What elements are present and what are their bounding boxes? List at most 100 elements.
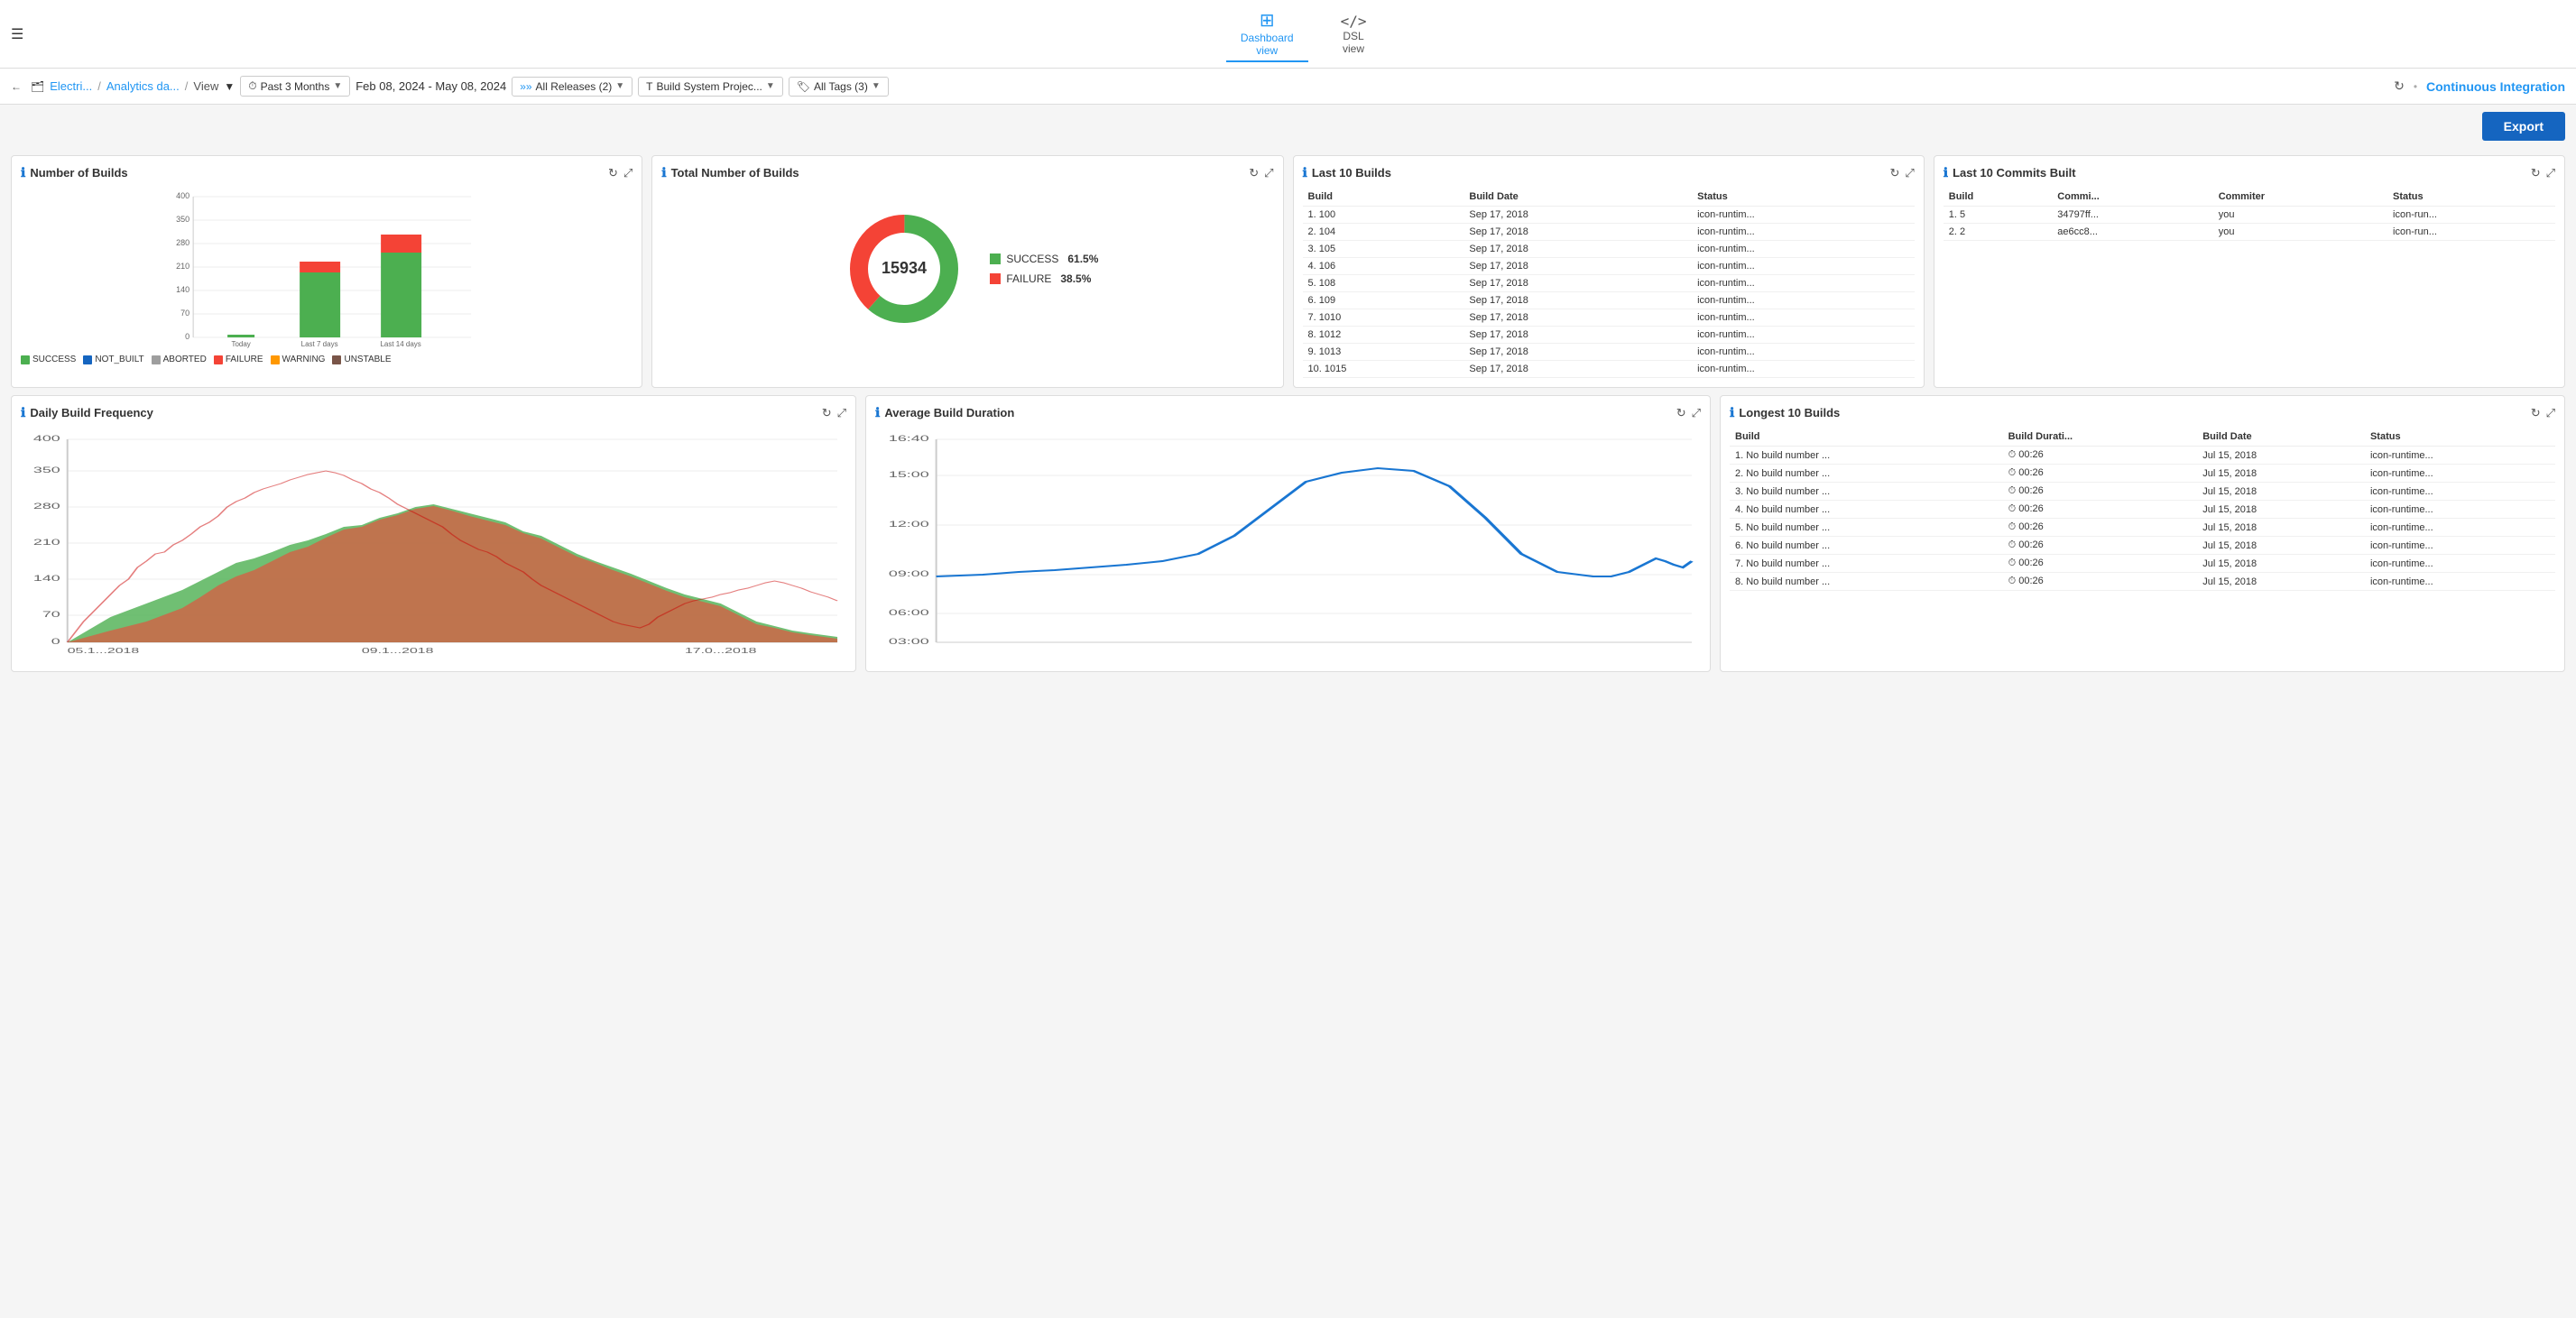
- back-button[interactable]: ←: [11, 80, 22, 93]
- status-cell: icon-runtime...: [2365, 483, 2555, 501]
- commit-cell: ae6cc8...: [2052, 224, 2212, 241]
- failure-label: FAILURE: [226, 355, 263, 364]
- build-cell: 8. 1012: [1303, 327, 1464, 344]
- date-cell: Jul 15, 2018: [2197, 447, 2365, 465]
- table-row[interactable]: 3. 105 Sep 17, 2018 icon-runtim...: [1303, 241, 1915, 258]
- refresh-longest-icon[interactable]: ↻: [2531, 406, 2541, 420]
- total-builds-title: Total Number of Builds: [671, 166, 799, 180]
- breadcrumb-bar: ← 🗂 Electri... / Analytics da... / View …: [0, 69, 2576, 105]
- col-build-longest: Build: [1730, 428, 2003, 447]
- table-row[interactable]: 2. No build number ... ⏱ 00:26 Jul 15, 2…: [1730, 465, 2555, 483]
- expand-total-icon[interactable]: ⤢: [1264, 166, 1273, 180]
- status-cell: icon-run...: [2387, 224, 2555, 241]
- expand-longest-icon[interactable]: ⤢: [2546, 406, 2555, 420]
- donut-chart-container: 15934 SUCCESS 61.5% FAILURE 38.5%: [661, 188, 1273, 350]
- expand-commits-icon[interactable]: ⤢: [2546, 166, 2555, 180]
- svg-text:0: 0: [51, 637, 60, 646]
- expand-widget-icon[interactable]: ⤢: [623, 166, 632, 180]
- refresh-last10-icon[interactable]: ↻: [1889, 166, 1899, 180]
- table-row[interactable]: 5. No build number ... ⏱ 00:26 Jul 15, 2…: [1730, 519, 2555, 537]
- ci-link[interactable]: Continuous Integration: [2426, 79, 2565, 94]
- table-row[interactable]: 10. 1015 Sep 17, 2018 icon-runtim...: [1303, 361, 1915, 378]
- status-cell: icon-runtim...: [1692, 258, 1915, 275]
- unstable-label: UNSTABLE: [344, 355, 391, 364]
- table-row[interactable]: 1. 5 34797ff... you icon-run...: [1944, 207, 2555, 224]
- table-row[interactable]: 7. 1010 Sep 17, 2018 icon-runtim...: [1303, 309, 1915, 327]
- last10-title: Last 10 Builds: [1312, 166, 1391, 180]
- table-row[interactable]: 3. No build number ... ⏱ 00:26 Jul 15, 2…: [1730, 483, 2555, 501]
- date-cell: Jul 15, 2018: [2197, 573, 2365, 591]
- builds-legend: SUCCESS NOT_BUILT ABORTED FAILURE WARNIN…: [21, 355, 632, 364]
- build-cell: 3. No build number ...: [1730, 483, 2003, 501]
- daily-freq-title: Daily Build Frequency: [30, 406, 153, 419]
- svg-text:09.1...2018: 09.1...2018: [362, 647, 434, 653]
- status-cell: icon-runtim...: [1692, 344, 1915, 361]
- date-cell: Sep 17, 2018: [1463, 292, 1692, 309]
- table-row[interactable]: 7. No build number ... ⏱ 00:26 Jul 15, 2…: [1730, 555, 2555, 573]
- status-cell: icon-runtim...: [1692, 207, 1915, 224]
- table-row[interactable]: 4. 106 Sep 17, 2018 icon-runtim...: [1303, 258, 1915, 275]
- build-cell: 5. 108: [1303, 275, 1464, 292]
- table-row[interactable]: 8. No build number ... ⏱ 00:26 Jul 15, 2…: [1730, 573, 2555, 591]
- info-icon-2: ℹ: [661, 165, 666, 180]
- status-cell: icon-runtim...: [1692, 224, 1915, 241]
- breadcrumb-dropdown[interactable]: ▼: [224, 80, 235, 93]
- svg-text:05.1...2018: 05.1...2018: [68, 647, 140, 653]
- last10-builds-table: Build Build Date Status 1. 100 Sep 17, 2…: [1303, 188, 1915, 378]
- breadcrumb-item-2[interactable]: Analytics da...: [106, 79, 180, 93]
- build-cell: 6. 109: [1303, 292, 1464, 309]
- tags-filter[interactable]: 🏷 All Tags (3) ▼: [789, 77, 889, 97]
- status-cell: icon-runtime...: [2365, 519, 2555, 537]
- refresh-commits-icon[interactable]: ↻: [2531, 166, 2541, 180]
- table-row[interactable]: 1. 100 Sep 17, 2018 icon-runtim...: [1303, 207, 1915, 224]
- expand-avg-icon[interactable]: ⤢: [1692, 406, 1701, 420]
- expand-last10-icon[interactable]: ⤢: [1905, 166, 1914, 180]
- refresh-total-icon[interactable]: ↻: [1249, 166, 1259, 180]
- table-row[interactable]: 2. 104 Sep 17, 2018 icon-runtim...: [1303, 224, 1915, 241]
- success-dot-donut: [990, 253, 1001, 264]
- unstable-dot: [332, 355, 341, 364]
- expand-daily-icon[interactable]: ⤢: [837, 406, 846, 420]
- build-cell: 9. 1013: [1303, 344, 1464, 361]
- dashboard-view-btn[interactable]: ⊞ Dashboardview: [1226, 5, 1308, 62]
- refresh-daily-icon[interactable]: ↻: [822, 406, 832, 420]
- build-system-filter[interactable]: T Build System Projec... ▼: [638, 77, 783, 97]
- refresh-widget-icon[interactable]: ↻: [608, 166, 618, 180]
- table-row[interactable]: 2. 2 ae6cc8... you icon-run...: [1944, 224, 2555, 241]
- table-row[interactable]: 4. No build number ... ⏱ 00:26 Jul 15, 2…: [1730, 501, 2555, 519]
- date-cell: Sep 17, 2018: [1463, 224, 1692, 241]
- table-row[interactable]: 5. 108 Sep 17, 2018 icon-runtim...: [1303, 275, 1915, 292]
- status-cell: icon-runtim...: [1692, 275, 1915, 292]
- time-filter[interactable]: ⏱ Past 3 Months ▼: [240, 76, 350, 97]
- col-date: Build Date: [1463, 188, 1692, 207]
- folder-icon: 🗂: [31, 80, 44, 93]
- dsl-view-btn[interactable]: </> DSLview: [1326, 9, 1381, 59]
- table-row[interactable]: 6. 109 Sep 17, 2018 icon-runtim...: [1303, 292, 1915, 309]
- dsl-icon: </>: [1341, 13, 1367, 30]
- col-committer: Commiter: [2213, 188, 2387, 207]
- refresh-avg-icon[interactable]: ↻: [1676, 406, 1686, 420]
- svg-text:70: 70: [180, 309, 189, 318]
- table-row[interactable]: 9. 1013 Sep 17, 2018 icon-runtim...: [1303, 344, 1915, 361]
- breadcrumb-item-3[interactable]: View: [193, 79, 218, 93]
- export-button[interactable]: Export: [2482, 112, 2565, 141]
- svg-text:03:00: 03:00: [889, 637, 929, 646]
- svg-text:12:00: 12:00: [889, 520, 929, 529]
- menu-icon[interactable]: ☰: [11, 25, 23, 43]
- table-row[interactable]: 6. No build number ... ⏱ 00:26 Jul 15, 2…: [1730, 537, 2555, 555]
- warning-label: WARNING: [282, 355, 326, 364]
- bottom-dashboard-grid: ℹ Daily Build Frequency ↻ ⤢ 400 350 280 …: [0, 395, 2576, 683]
- build-cell: 2. 2: [1944, 224, 2053, 241]
- date-cell: Sep 17, 2018: [1463, 258, 1692, 275]
- failure-dot-donut: [990, 273, 1001, 284]
- releases-filter[interactable]: »» All Releases (2) ▼: [512, 77, 632, 97]
- col-build-commits: Build: [1944, 188, 2053, 207]
- committer-cell: you: [2213, 224, 2387, 241]
- info-icon-7: ℹ: [1730, 405, 1734, 420]
- breadcrumb-item-1[interactable]: Electri...: [50, 79, 92, 93]
- table-row[interactable]: 8. 1012 Sep 17, 2018 icon-runtim...: [1303, 327, 1915, 344]
- refresh-icon[interactable]: ↻: [2394, 78, 2405, 94]
- widget-title-text: Number of Builds: [30, 166, 127, 180]
- table-row[interactable]: 1. No build number ... ⏱ 00:26 Jul 15, 2…: [1730, 447, 2555, 465]
- svg-text:210: 210: [33, 538, 60, 547]
